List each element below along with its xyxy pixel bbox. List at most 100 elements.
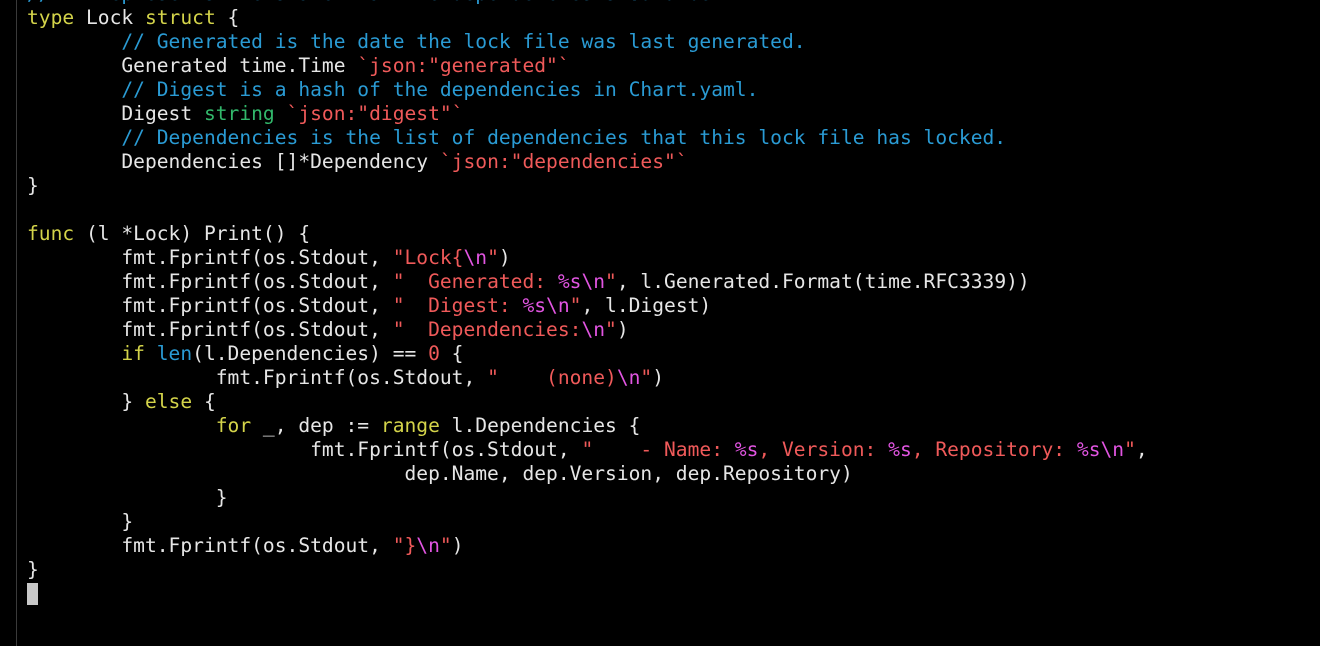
code-line: fmt.Fprintf(os.Stdout, "}\n") bbox=[27, 534, 1148, 558]
code-line: fmt.Fprintf(os.Stdout, " Digest: %s\n", … bbox=[27, 294, 1148, 318]
code-line: Digest string `json:"digest"` bbox=[27, 102, 1148, 126]
code-token-plain: , l.Generated.Format(time.RFC3339)) bbox=[616, 270, 1030, 293]
code-token-keyword: range bbox=[380, 414, 440, 437]
code-line bbox=[27, 582, 1148, 606]
code-line: fmt.Fprintf(os.Stdout, " (none)\n") bbox=[27, 366, 1148, 390]
code-token-string: "} bbox=[392, 534, 417, 557]
code-token-plain: (l *Lock) Print() { bbox=[74, 222, 311, 245]
code-line: fmt.Fprintf(os.Stdout, " Generated: %s\n… bbox=[27, 270, 1148, 294]
code-token-comment: // Digest is a hash of the dependencies … bbox=[121, 78, 759, 101]
code-token-string: `json:"generated"` bbox=[357, 54, 570, 77]
code-token-plain: } bbox=[27, 174, 39, 197]
code-token-keyword: for bbox=[215, 414, 252, 437]
code-line: Generated time.Time `json:"generated"` bbox=[27, 54, 1148, 78]
code-line: for _, dep := range l.Dependencies { bbox=[27, 414, 1148, 438]
code-line: } bbox=[27, 486, 1148, 510]
code-token-string: " (none) bbox=[487, 366, 617, 389]
code-token-fmt: %s bbox=[734, 438, 759, 461]
code-token-plain: dep.Name, dep.Version, dep.Repository) bbox=[27, 462, 853, 485]
code-token-fmt: \n bbox=[616, 366, 641, 389]
code-token-plain: l.Dependencies { bbox=[439, 414, 641, 437]
code-token-string: , Version: bbox=[758, 438, 889, 461]
code-line: func (l *Lock) Print() { bbox=[27, 222, 1148, 246]
code-line: fmt.Fprintf(os.Stdout, "Lock{\n") bbox=[27, 246, 1148, 270]
code-token-fmt: \n bbox=[463, 246, 488, 269]
code-token-string: " bbox=[605, 270, 617, 293]
code-token-string: " bbox=[439, 534, 452, 557]
code-token-plain: (l.Dependencies) == bbox=[192, 342, 429, 365]
code-token-comment: // Generated is the date the lock file w… bbox=[121, 30, 806, 53]
code-line: // Dependencies is the list of dependenc… bbox=[27, 126, 1148, 150]
code-token-keyword: if bbox=[121, 342, 145, 365]
code-line: type Lock struct { bbox=[27, 6, 1148, 30]
code-token-plain: Lock bbox=[74, 6, 145, 29]
code-token-plain: ) bbox=[652, 366, 665, 389]
code-token-fmt: %s\n bbox=[522, 294, 570, 317]
code-token-plain: fmt.Fprintf(os.Stdout, bbox=[27, 318, 393, 341]
code-token-string: " bbox=[569, 294, 582, 317]
code-line: } bbox=[27, 510, 1148, 534]
code-token-comment: // Dependencies is the list of dependenc… bbox=[121, 126, 1007, 149]
code-line: Dependencies []*Dependency `json:"depend… bbox=[27, 150, 1148, 174]
code-token-string: " bbox=[640, 366, 653, 389]
code-token-plain: Digest bbox=[27, 102, 204, 125]
code-token-plain: ) bbox=[616, 318, 629, 341]
code-line: if len(l.Dependencies) == 0 { bbox=[27, 342, 1148, 366]
code-token-fmt: \n bbox=[416, 534, 440, 557]
code-token-string: "Lock{ bbox=[392, 246, 464, 269]
code-token-comment: len bbox=[156, 342, 193, 365]
code-token-fmt: %s\n bbox=[557, 270, 606, 293]
code-line: fmt.Fprintf(os.Stdout, " Dependencies:\n… bbox=[27, 318, 1148, 342]
code-token-plain: fmt.Fprintf(os.Stdout, bbox=[27, 294, 393, 317]
code-token-plain: fmt.Fprintf(os.Stdout, bbox=[27, 246, 393, 269]
code-line: } bbox=[27, 558, 1148, 582]
code-token-plain: fmt.Fprintf(os.Stdout, bbox=[27, 270, 393, 293]
terminal-window: // It represents the state that the depe… bbox=[0, 0, 1320, 646]
code-token-string: " bbox=[605, 318, 617, 341]
code-token-string: `json:"dependencies"` bbox=[439, 150, 688, 173]
code-token-keyword: else bbox=[144, 390, 193, 413]
code-token-plain: fmt.Fprintf(os.Stdout, bbox=[27, 534, 393, 557]
code-token-string: " Digest: bbox=[392, 294, 523, 317]
code-token-plain: } bbox=[27, 510, 134, 533]
code-token-plain: } bbox=[27, 558, 39, 581]
code-token-plain: Dependencies []*Dependency bbox=[27, 150, 440, 173]
code-line: } bbox=[27, 174, 1148, 198]
code-token-keyword: struct bbox=[144, 6, 216, 29]
code-token-plain: { bbox=[192, 390, 216, 413]
code-token-keyword: func bbox=[27, 222, 75, 245]
code-token-fmt: \n bbox=[581, 318, 606, 341]
code-token-plain: fmt.Fprintf(os.Stdout, bbox=[27, 366, 488, 389]
code-token-string: " bbox=[1124, 438, 1136, 461]
code-token-string: " bbox=[487, 246, 499, 269]
code-token-string: 0 bbox=[428, 342, 440, 365]
code-line: // Generated is the date the lock file w… bbox=[27, 30, 1148, 54]
code-token-plain: fmt.Fprintf(os.Stdout, bbox=[27, 438, 582, 461]
code-line: dep.Name, dep.Version, dep.Repository) bbox=[27, 462, 1148, 486]
code-line: fmt.Fprintf(os.Stdout, " - Name: %s, Ver… bbox=[27, 438, 1148, 462]
code-editor[interactable]: // It represents the state that the depe… bbox=[27, 0, 1148, 606]
code-token-plain: ) bbox=[498, 246, 511, 269]
code-token-string: " Dependencies: bbox=[392, 318, 582, 341]
code-token-string: " - Name: bbox=[581, 438, 735, 461]
gutter-divider bbox=[16, 0, 17, 646]
code-token-plain: , bbox=[1135, 438, 1148, 461]
code-token-type: string bbox=[203, 102, 275, 125]
code-line: } else { bbox=[27, 390, 1148, 414]
code-token-fmt: %s\n bbox=[1076, 438, 1125, 461]
code-token-string: `json:"digest"` bbox=[286, 102, 464, 125]
code-token-fmt: %s bbox=[888, 438, 912, 461]
code-token-plain: _, dep := bbox=[251, 414, 381, 437]
text-cursor bbox=[27, 583, 38, 605]
code-token-string: " Generated: bbox=[392, 270, 558, 293]
code-token-plain: , l.Digest) bbox=[581, 294, 712, 317]
code-token-plain: { bbox=[215, 6, 240, 29]
code-token-string: , Repository: bbox=[911, 438, 1077, 461]
code-token-plain: { bbox=[439, 342, 464, 365]
